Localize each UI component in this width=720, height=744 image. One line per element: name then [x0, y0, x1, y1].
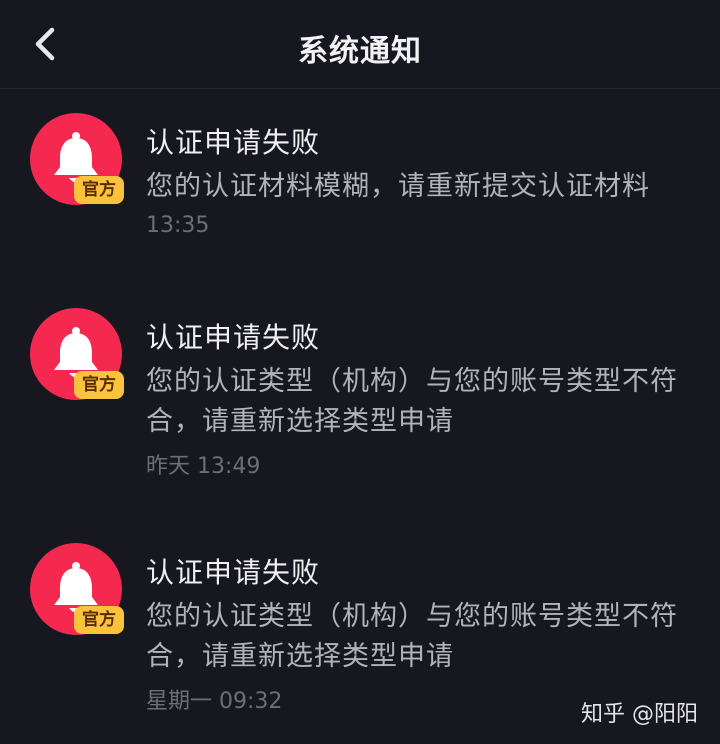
notification-title: 认证申请失败 [146, 126, 321, 159]
notification-title: 认证申请失败 [146, 556, 321, 589]
notification-time: 星期一 09:32 [146, 689, 283, 714]
notification-item[interactable]: 官方 认证申请失败 您的认证类型（机构）与您的账号类型不符合，请重新选择类型申请… [0, 304, 720, 494]
official-badge: 官方 [74, 176, 124, 204]
notification-item[interactable]: 官方 认证申请失败 您的认证材料模糊，请重新提交认证材料 13:35 [0, 109, 720, 269]
notification-screen: 系统通知 官方 认证申请失败 您的认证材料模糊，请重新提交认证材料 13:35 [0, 0, 720, 744]
official-badge: 官方 [74, 371, 124, 399]
notification-body: 您的认证类型（机构）与您的账号类型不符合，请重新选择类型申请 [146, 366, 678, 437]
watermark: 知乎 @阳阳 [581, 702, 698, 727]
notification-body: 您的认证材料模糊，请重新提交认证材料 [146, 171, 650, 202]
nav-bar: 系统通知 [0, 0, 720, 89]
official-badge: 官方 [74, 606, 124, 634]
page-title: 系统通知 [298, 34, 422, 69]
official-avatar: 官方 [30, 113, 124, 207]
notification-time: 13:35 [146, 213, 210, 238]
notification-body: 您的认证类型（机构）与您的账号类型不符合，请重新选择类型申请 [146, 601, 678, 672]
official-avatar: 官方 [30, 543, 124, 637]
notification-title: 认证申请失败 [146, 321, 321, 354]
notification-time: 昨天 13:49 [146, 454, 261, 479]
official-avatar: 官方 [30, 308, 124, 402]
